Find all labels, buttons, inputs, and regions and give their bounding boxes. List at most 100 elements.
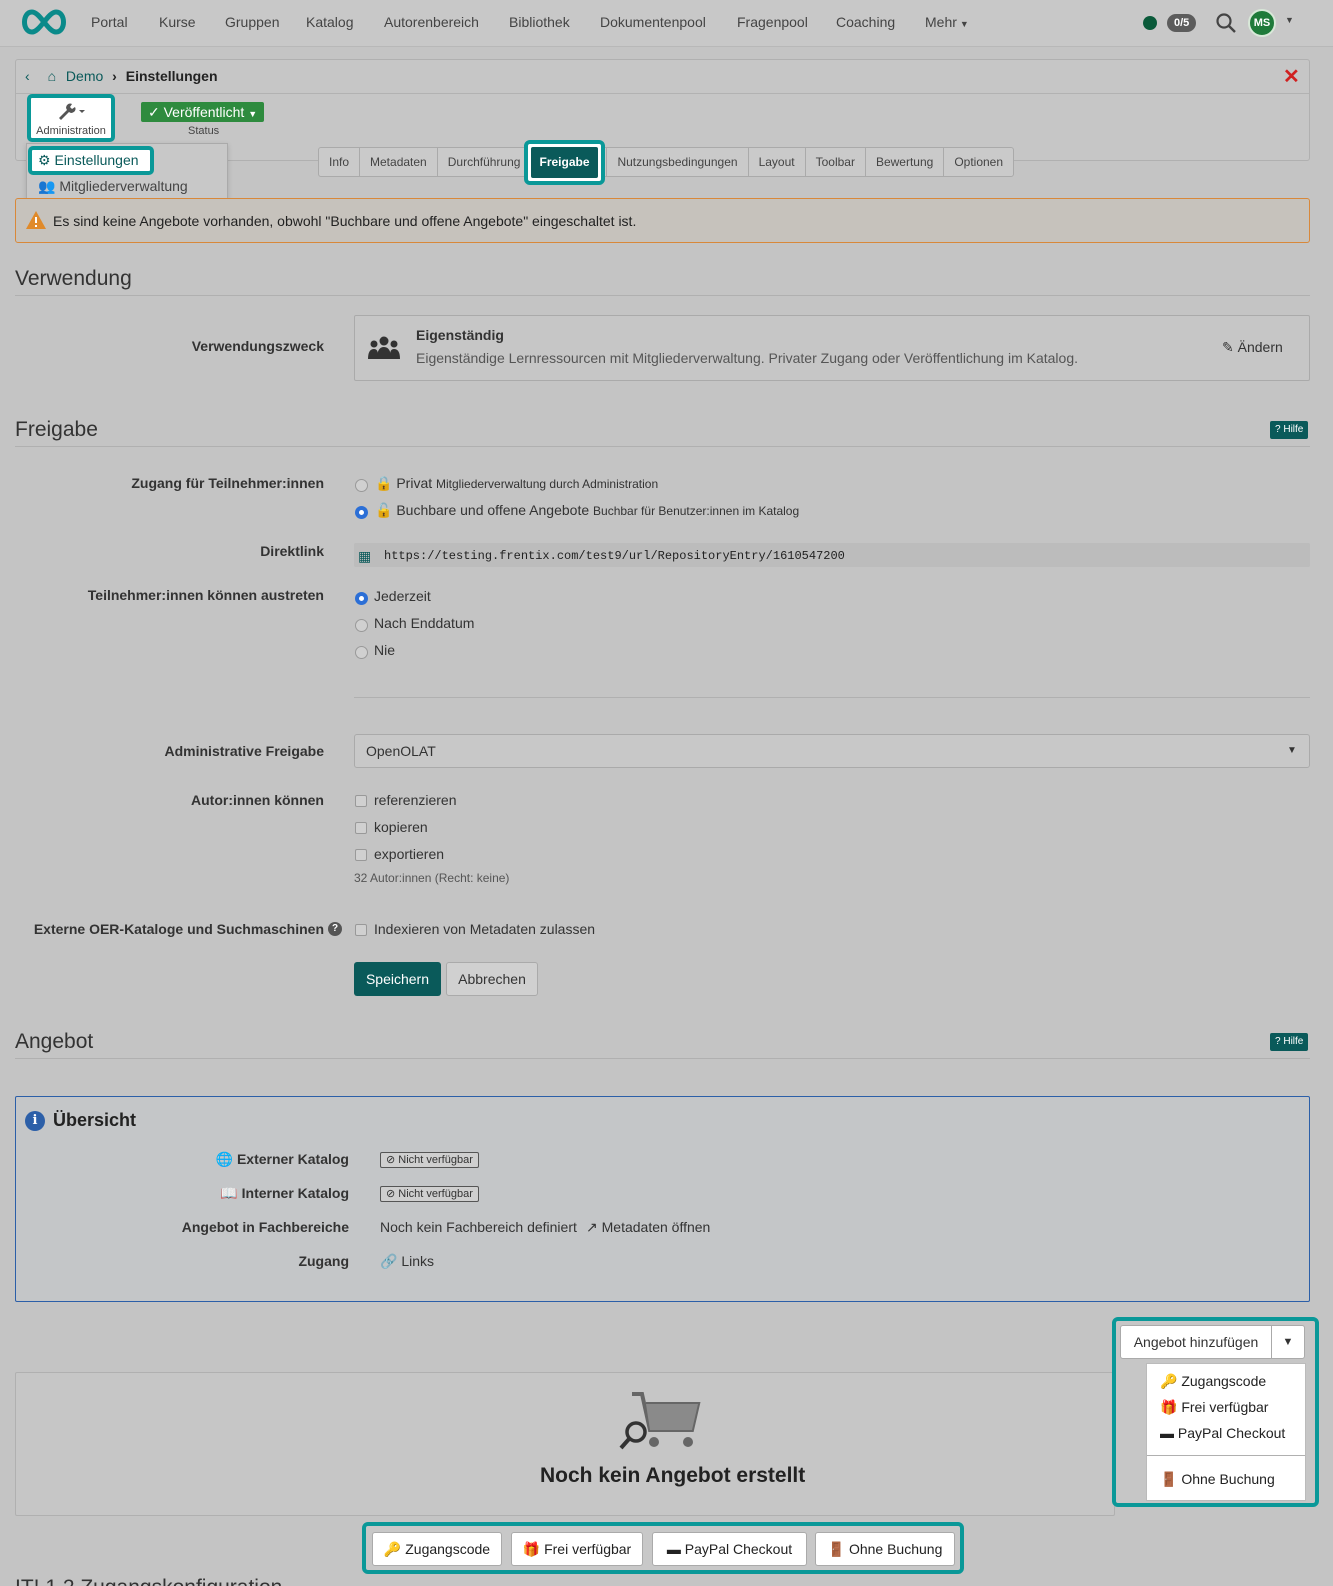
menu-item-paypal[interactable]: ▬ PayPal Checkout xyxy=(1160,1425,1285,1441)
admin-release-value: OpenOLAT xyxy=(366,743,436,759)
leave-option-never[interactable]: Nie xyxy=(374,642,395,658)
caret-down-icon: ▼ xyxy=(959,19,969,29)
tab-bewertung[interactable]: Bewertung xyxy=(866,148,945,176)
access-private-label: Privat xyxy=(396,475,433,491)
zugangscode-button[interactable]: 🔑 Zugangscode xyxy=(372,1532,502,1566)
access-links[interactable]: 🔗 Links xyxy=(380,1253,434,1270)
add-offer-caret-icon[interactable]: ▼ xyxy=(1271,1325,1305,1359)
menu-item-zugangscode[interactable]: 🔑 Zugangscode xyxy=(1160,1373,1266,1390)
change-usage-link[interactable]: ✎ Ändern xyxy=(1222,339,1283,356)
tab-optionen[interactable]: Optionen xyxy=(944,148,1013,176)
nav-dokumentenpool[interactable]: Dokumentenpool xyxy=(600,14,706,30)
nav-fragenpool[interactable]: Fragenpool xyxy=(737,14,808,30)
menu-item-ohne-buchung[interactable]: 🚪 Ohne Buchung xyxy=(1160,1471,1275,1488)
section-heading-verwendung: Verwendung xyxy=(15,267,132,290)
eye-slash-icon: ⊘ xyxy=(386,1154,399,1166)
leave-option-anytime[interactable]: Jederzeit xyxy=(374,588,431,604)
empty-offers-panel xyxy=(15,1372,1115,1516)
field-label-admin-release: Administrative Freigabe xyxy=(164,743,325,759)
menu-item-frei-verfuegbar[interactable]: 🎁 Frei verfügbar xyxy=(1160,1399,1268,1416)
tab-info[interactable]: Info xyxy=(319,148,361,176)
openolat-logo-icon[interactable] xyxy=(18,7,70,37)
menu-item-einstellungen[interactable]: ⚙ Einstellungen xyxy=(28,146,154,175)
checkbox-reference[interactable] xyxy=(355,795,367,807)
back-icon[interactable]: ‹ xyxy=(25,68,30,84)
nav-gruppen[interactable]: Gruppen xyxy=(225,14,279,30)
access-private-hint: Mitgliederverwaltung durch Administratio… xyxy=(436,477,659,491)
tab-nutzungsbedingungen[interactable]: Nutzungsbedingungen xyxy=(607,148,749,176)
menu-item-mitgliederverwaltung[interactable]: 👥 Mitgliederverwaltung xyxy=(38,178,188,195)
nav-autorenbereich[interactable]: Autorenbereich xyxy=(384,14,479,30)
external-catalog-label: Externer Katalog xyxy=(236,1151,349,1167)
nav-katalog[interactable]: Katalog xyxy=(306,14,353,30)
access-bookable-hint: Buchbar für Benutzer:innen im Katalog xyxy=(593,504,800,518)
section-divider xyxy=(15,446,1310,447)
nav-mehr[interactable]: Mehr ▼ xyxy=(925,14,969,30)
user-avatar[interactable]: MS xyxy=(1248,9,1276,37)
add-offer-button[interactable]: Angebot hinzufügen xyxy=(1120,1325,1272,1359)
gift-icon: 🎁 xyxy=(522,1541,545,1557)
radio-leave-never[interactable] xyxy=(355,646,368,659)
paypal-icon: ▬ xyxy=(1160,1425,1178,1441)
cart-search-icon xyxy=(618,1390,704,1454)
help-icon[interactable]: ? xyxy=(328,922,342,936)
oer-option-index[interactable]: Indexieren von Metadaten zulassen xyxy=(374,921,595,937)
section-divider xyxy=(15,1058,1310,1059)
lock-icon: 🔒 xyxy=(375,475,397,491)
nav-bibliothek[interactable]: Bibliothek xyxy=(509,14,570,30)
tab-toolbar[interactable]: Toolbar xyxy=(806,148,866,176)
search-icon[interactable] xyxy=(1215,12,1237,34)
online-status-icon[interactable] xyxy=(1143,16,1157,30)
administration-button[interactable]: Administration xyxy=(27,94,115,142)
menu-item-mitglieder-label: Mitgliederverwaltung xyxy=(59,178,188,194)
internal-catalog-label: Interner Katalog xyxy=(241,1185,349,1201)
frei-verfuegbar-button[interactable]: 🎁 Frei verfügbar xyxy=(511,1532,643,1566)
admin-release-select[interactable] xyxy=(354,734,1310,768)
notification-counter[interactable]: 0/5 xyxy=(1167,14,1197,32)
checkbox-index-metadata[interactable] xyxy=(355,924,367,936)
open-metadata-link[interactable]: ↗ Metadaten öffnen xyxy=(586,1219,710,1236)
nav-portal[interactable]: Portal xyxy=(91,14,128,30)
checkbox-copy[interactable] xyxy=(355,822,367,834)
authors-option-reference[interactable]: referenzieren xyxy=(374,792,457,808)
checkbox-export[interactable] xyxy=(355,849,367,861)
home-icon[interactable]: ⌂ xyxy=(48,68,56,84)
overview-row-external: 🌐 Externer Katalog xyxy=(150,1151,349,1168)
gears-icon: ⚙ xyxy=(38,152,55,168)
access-option-private[interactable]: 🔒 Privat Mitgliederverwaltung durch Admi… xyxy=(375,475,658,492)
chevron-down-icon[interactable]: ▼ xyxy=(1285,15,1294,25)
paypal-checkout-button[interactable]: ▬ PayPal Checkout xyxy=(652,1532,807,1566)
save-button[interactable]: Speichern xyxy=(354,962,441,996)
radio-access-private[interactable] xyxy=(355,479,368,492)
radio-access-bookable[interactable] xyxy=(355,506,368,519)
cancel-button[interactable]: Abbrechen xyxy=(446,962,538,996)
help-button[interactable]: ? Hilfe xyxy=(1270,421,1309,439)
radio-leave-after-end[interactable] xyxy=(355,619,368,632)
tab-durchfuehrung[interactable]: Durchführung xyxy=(438,148,532,176)
ohne-buchung-button[interactable]: 🚪 Ohne Buchung xyxy=(815,1532,955,1566)
tab-freigabe[interactable]: Freigabe xyxy=(531,147,598,178)
tab-metadaten[interactable]: Metadaten xyxy=(360,148,438,176)
external-link-icon: ↗ xyxy=(586,1219,602,1235)
close-icon[interactable]: ✕ xyxy=(1283,64,1300,89)
panel-divider xyxy=(16,93,1309,94)
nav-coaching[interactable]: Coaching xyxy=(836,14,895,30)
fach-value: Noch kein Fachbereich definiert xyxy=(380,1219,577,1235)
badge-not-available-external: ⊘ Nicht verfügbar xyxy=(380,1152,479,1168)
overview-row-internal: 📖 Interner Katalog xyxy=(150,1185,349,1202)
administration-label: Administration xyxy=(36,125,106,137)
access-option-bookable[interactable]: 🔓 Buchbare und offene Angebote Buchbar f… xyxy=(375,502,799,519)
help-button[interactable]: ? Hilfe xyxy=(1270,1033,1309,1051)
breadcrumb-course-link[interactable]: Demo xyxy=(66,68,103,84)
radio-leave-anytime[interactable] xyxy=(355,592,368,605)
direct-link-url[interactable]: https://testing.frentix.com/test9/url/Re… xyxy=(384,549,845,563)
gift-icon: 🎁 xyxy=(1160,1399,1182,1415)
authors-option-export[interactable]: exportieren xyxy=(374,846,444,862)
nav-kurse[interactable]: Kurse xyxy=(159,14,196,30)
door-icon: 🚪 xyxy=(1160,1471,1182,1487)
status-dropdown-button[interactable]: ✓ Veröffentlicht ▼ xyxy=(141,102,265,122)
authors-option-copy[interactable]: kopieren xyxy=(374,819,428,835)
tab-layout[interactable]: Layout xyxy=(749,148,806,176)
qrcode-icon[interactable]: ▦ xyxy=(358,548,371,565)
leave-option-after-end[interactable]: Nach Enddatum xyxy=(374,615,474,631)
